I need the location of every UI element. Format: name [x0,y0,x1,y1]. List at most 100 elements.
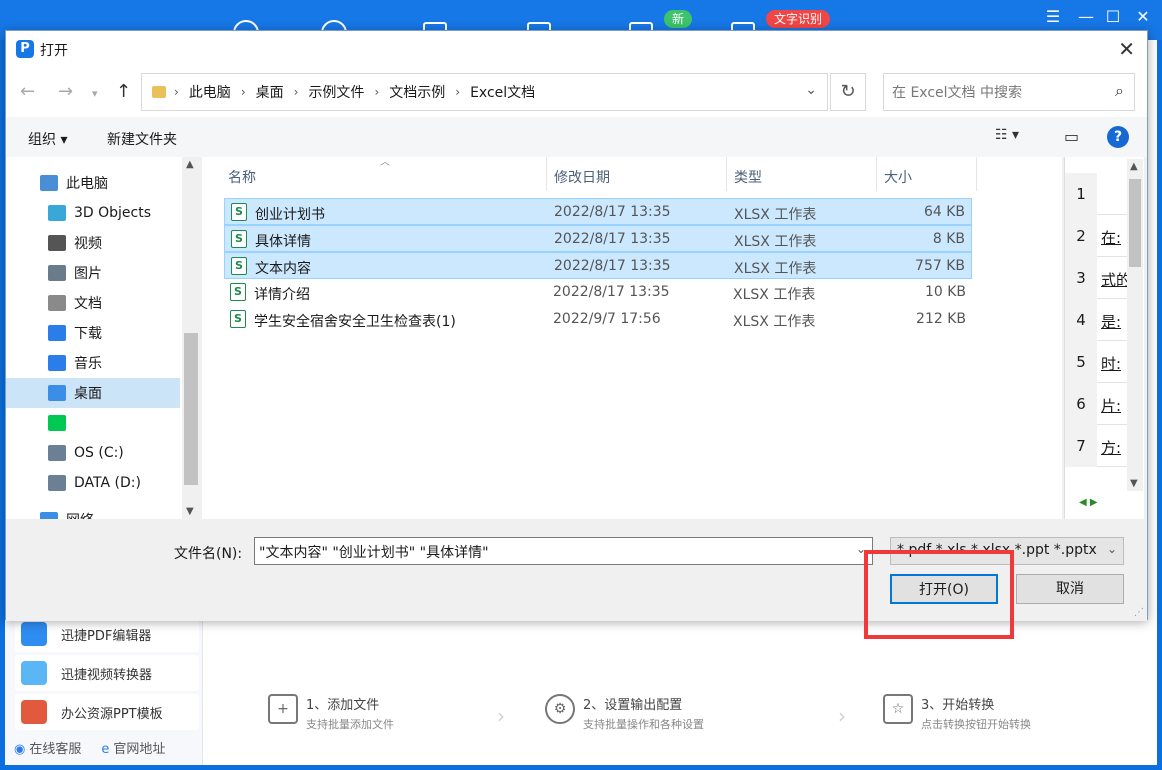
download-icon [48,325,66,341]
breadcrumb-doc-samples[interactable]: 文档示例 [389,82,445,102]
support-link[interactable]: ◉ 在线客服 [14,738,81,757]
website-link[interactable]: e 官网地址 [101,738,165,757]
file-row[interactable]: S 文本内容 2022/8/17 13:35 XLSX 工作表 757 KB [224,252,972,279]
file-row[interactable]: S 学生安全宿舍安全卫生检查表(1) 2022/9/7 17:56 XLSX 工… [224,306,972,333]
video-icon [48,235,66,251]
xlsx-file-icon: S [231,203,247,221]
file-row[interactable]: S 详情介绍 2022/8/17 13:35 XLSX 工作表 10 KB [224,279,972,306]
forward-arrow-icon[interactable]: → [58,81,73,102]
preview-row: 3 式的 [1065,257,1131,299]
filter-dropdown-icon[interactable]: ⌄ [1107,542,1117,556]
preview-scroll-thumb[interactable] [1129,179,1141,267]
preview-scrollbar[interactable]: ▲ ▼ [1127,159,1143,491]
column-divider[interactable] [976,157,977,191]
nav-item-3d-objects[interactable]: 3D Objects [6,198,180,228]
up-arrow-icon[interactable]: ↑ [116,81,131,102]
preview-row: 7 方: [1065,425,1131,467]
search-icon: ⌕ [1115,81,1124,100]
iqiyi-icon [48,415,66,431]
search-input[interactable]: 在 Excel文档 中搜索 ⌕ [883,73,1135,111]
maximize-icon[interactable]: ☐ [1102,8,1124,26]
tool-label: 迅捷视频转换器 [61,667,153,683]
column-header-size[interactable]: 大小 [884,167,912,187]
nav-item-drive-d[interactable]: DATA (D:) [6,468,180,498]
nav-item-music[interactable]: 音乐 [6,348,180,378]
preview-row: 6 片: [1065,383,1131,425]
new-badge: 新 [664,10,693,28]
ppt-template-link[interactable]: 办公资源PPT模板 [15,694,199,730]
scroll-up-icon[interactable]: ▲ [186,159,194,170]
nav-item-pictures[interactable]: 图片 [6,258,180,288]
resize-grip-icon[interactable]: ⋰ [1134,607,1144,618]
nav-item-documents[interactable]: 文档 [6,288,180,318]
preview-row: 2 在: [1065,215,1131,257]
xlsx-file-icon: S [231,230,247,248]
address-dropdown-icon[interactable]: ⌄ [805,82,817,98]
new-folder-button[interactable]: 新建文件夹 [107,129,177,149]
breadcrumb-this-pc[interactable]: 此电脑 [189,82,231,102]
help-icon[interactable]: ? [1107,126,1129,148]
file-row[interactable]: S 具体详情 2022/8/17 13:35 XLSX 工作表 8 KB [224,225,972,252]
sheet-nav-icon[interactable]: ◀ ▶ [1079,497,1098,508]
nav-scroll-thumb[interactable] [184,333,198,485]
organize-button[interactable]: 组织 ▾ [28,129,67,149]
column-divider[interactable] [726,157,727,191]
minimize-icon[interactable]: — [1075,8,1097,26]
column-header-name[interactable]: 名称 [228,167,256,187]
column-divider[interactable] [876,157,877,191]
refresh-button[interactable]: ↻ [830,73,866,111]
back-arrow-icon[interactable]: ← [20,81,35,102]
view-options-icon[interactable]: ☷ ▾ [995,127,1019,143]
chevron-right-icon[interactable]: › [241,85,246,99]
nav-item-videos[interactable]: 视频 [6,228,180,258]
chevron-right-icon[interactable]: › [174,85,179,99]
breadcrumb-excel-docs[interactable]: Excel文档 [470,82,535,102]
preview-pane-icon[interactable]: ▭ [1064,127,1079,146]
pdf-editor-link[interactable]: 迅捷PDF编辑器 [15,616,199,652]
chevron-right-icon[interactable]: › [374,85,379,99]
column-divider[interactable] [546,157,547,191]
dialog-close-icon[interactable]: ✕ [1118,37,1135,61]
nav-item-this-pc[interactable]: 此电脑 [6,168,180,198]
breadcrumb-sample-files[interactable]: 示例文件 [308,82,364,102]
menu-icon[interactable]: ☰ [1042,8,1064,26]
nav-item-desktop[interactable]: 桌面 [6,378,180,408]
convert-icon: ☆ [883,694,913,724]
chevron-right-icon[interactable]: › [294,85,299,99]
network-icon [40,512,58,519]
chevron-right-icon: › [838,704,846,728]
scroll-down-icon[interactable]: ▼ [186,506,194,517]
recent-dropdown-icon[interactable]: ▾ [92,87,98,100]
preview-row: 4 是: [1065,299,1131,341]
scroll-down-icon[interactable]: ▼ [1130,478,1138,489]
dialog-titlebar: P 打开 ✕ [6,31,1147,67]
file-row[interactable]: S 创业计划书 2022/8/17 13:35 XLSX 工作表 64 KB [224,198,972,225]
nav-item-downloads[interactable]: 下载 [6,318,180,348]
open-file-dialog: P 打开 ✕ ← → ▾ ↑ › 此电脑 › 桌面 › 示例文件 › 文档示例 … [5,30,1148,621]
cancel-button[interactable]: 取消 [1016,574,1124,604]
step-add-file: + 1、添加文件 支持批量添加文件 [268,694,394,732]
nav-scrollbar[interactable]: ▲ ▼ [182,157,200,519]
nav-item-iqiyi[interactable] [6,408,180,438]
desktop-icon [48,385,66,401]
document-icon [48,295,66,311]
filename-input[interactable]: "文本内容" "创业计划书" "具体详情" ⌄ [254,537,873,565]
column-header-modified[interactable]: 修改日期 [554,167,610,187]
column-header-type[interactable]: 类型 [734,167,762,187]
cube-icon [48,205,66,221]
scroll-up-icon[interactable]: ▲ [1130,161,1138,172]
drive-icon [48,475,66,491]
close-icon[interactable]: ✕ [1132,8,1154,26]
xlsx-file-icon: S [231,257,247,275]
command-bar: 组织 ▾ 新建文件夹 ☷ ▾ ▭ ? [6,117,1147,157]
chevron-right-icon[interactable]: › [455,85,460,99]
folder-icon [152,86,166,98]
nav-item-drive-c[interactable]: OS (C:) [6,438,180,468]
nav-item-network[interactable]: 网络 [6,505,180,519]
breadcrumb-desktop[interactable]: 桌面 [256,82,284,102]
picture-icon [48,265,66,281]
app-footer: ◉ 在线客服 e 官网地址 [14,738,165,757]
video-converter-link[interactable]: 迅捷视频转换器 [15,655,199,691]
address-bar[interactable]: › 此电脑 › 桌面 › 示例文件 › 文档示例 › Excel文档 ⌄ [141,73,828,111]
xlsx-file-icon: S [230,283,246,301]
